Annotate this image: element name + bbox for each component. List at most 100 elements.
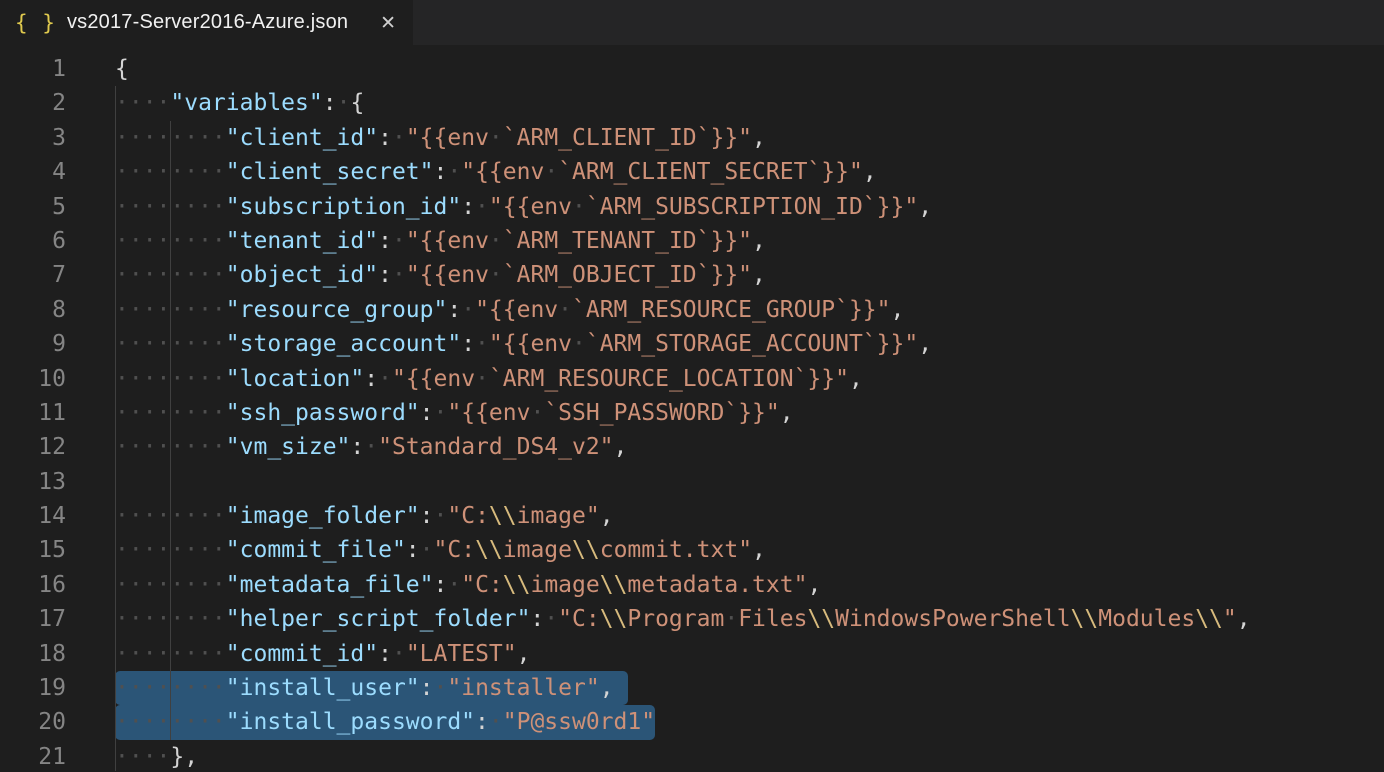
json-key: "metadata_file" xyxy=(226,572,434,598)
json-value: " xyxy=(1223,606,1237,632)
line-number: 11 xyxy=(0,396,66,430)
punctuation: }, xyxy=(170,744,198,770)
whitespace-dots: · xyxy=(447,572,461,598)
punctuation: , xyxy=(752,228,766,254)
code-line-9[interactable]: 9········"storage_account":·"{{env·`ARM_… xyxy=(0,327,1384,361)
json-key: "vm_size" xyxy=(226,434,351,460)
punctuation: , xyxy=(807,572,821,598)
punctuation: , xyxy=(517,641,531,667)
json-key: "tenant_id" xyxy=(226,228,378,254)
code-line-16[interactable]: 16········"metadata_file":·"C:\\image\\m… xyxy=(0,568,1384,602)
json-key: "variables" xyxy=(170,90,322,116)
json-value: `ARM_SUBSCRIPTION_ID`}}" xyxy=(586,194,918,220)
json-value: "{{env xyxy=(489,331,572,357)
code-line-17[interactable]: 17········"helper_script_folder":·"C:\\P… xyxy=(0,602,1384,636)
json-key: "location" xyxy=(226,366,364,392)
escape-sequence: \\ xyxy=(1195,606,1223,632)
punctuation: : xyxy=(378,228,392,254)
code-line-4[interactable]: 4········"client_secret":·"{{env·`ARM_CL… xyxy=(0,155,1384,189)
json-key: "ssh_password" xyxy=(226,400,420,426)
punctuation: , xyxy=(849,366,863,392)
punctuation: : xyxy=(420,400,434,426)
whitespace-dots: · xyxy=(337,90,351,116)
json-key: "client_secret" xyxy=(226,159,434,185)
whitespace-dots: · xyxy=(489,125,503,151)
punctuation: { xyxy=(350,90,364,116)
json-key: "helper_script_folder" xyxy=(226,606,531,632)
json-value: `ARM_CLIENT_ID`}}" xyxy=(503,125,752,151)
json-value: "{{env xyxy=(489,194,572,220)
code-line-content: ········"image_folder":·"C:\\image", xyxy=(66,499,614,533)
code-line-content: ········"location":·"{{env·`ARM_RESOURCE… xyxy=(66,362,863,396)
code-line-2[interactable]: 2····"variables":·{ xyxy=(0,86,1384,120)
punctuation: , xyxy=(752,262,766,288)
whitespace-dots: ········ xyxy=(115,434,226,460)
json-value: "P@ssw0rd1" xyxy=(503,709,655,735)
line-number: 1 xyxy=(0,52,66,86)
whitespace-dots: · xyxy=(724,606,738,632)
tab-vs2017-server2016-azure-json[interactable]: { } vs2017-Server2016-Azure.json ✕ xyxy=(0,0,413,45)
code-line-15[interactable]: 15········"commit_file":·"C:\\image\\com… xyxy=(0,533,1384,567)
code-line-14[interactable]: 14········"image_folder":·"C:\\image", xyxy=(0,499,1384,533)
code-line-12[interactable]: 12········"vm_size":·"Standard_DS4_v2", xyxy=(0,430,1384,464)
whitespace-dots: · xyxy=(434,503,448,529)
code-line-8[interactable]: 8········"resource_group":·"{{env·`ARM_R… xyxy=(0,293,1384,327)
whitespace-dots: · xyxy=(544,159,558,185)
line-number: 9 xyxy=(0,327,66,361)
whitespace-dots: ········ xyxy=(115,400,226,426)
code-line-content: ········"tenant_id":·"{{env·`ARM_TENANT_… xyxy=(66,224,766,258)
punctuation: : xyxy=(378,125,392,151)
whitespace-dots: ········ xyxy=(115,331,226,357)
whitespace-dots: ········ xyxy=(115,537,226,563)
code-line-3[interactable]: 3········"client_id":·"{{env·`ARM_CLIENT… xyxy=(0,121,1384,155)
punctuation: , xyxy=(918,331,932,357)
code-line-5[interactable]: 5········"subscription_id":·"{{env·`ARM_… xyxy=(0,190,1384,224)
json-value: `ARM_CLIENT_SECRET`}}" xyxy=(558,159,863,185)
code-line-20[interactable]: 20········"install_password":·"P@ssw0rd1… xyxy=(0,705,1384,739)
whitespace-dots: · xyxy=(461,297,475,323)
json-value: metadata.txt" xyxy=(627,572,807,598)
punctuation: : xyxy=(364,366,378,392)
code-line-6[interactable]: 6········"tenant_id":·"{{env·`ARM_TENANT… xyxy=(0,224,1384,258)
code-line-11[interactable]: 11········"ssh_password":·"{{env·`SSH_PA… xyxy=(0,396,1384,430)
json-value: "{{env xyxy=(447,400,530,426)
whitespace-dots: · xyxy=(434,400,448,426)
code-line-1[interactable]: 1{ xyxy=(0,52,1384,86)
punctuation: : xyxy=(420,675,434,701)
json-key: "install_password" xyxy=(226,709,475,735)
json-key: "client_id" xyxy=(226,125,378,151)
code-line-19[interactable]: 19········"install_user":·"installer", xyxy=(0,671,1384,705)
json-value: "{{env xyxy=(406,262,489,288)
line-number: 21 xyxy=(0,740,66,772)
whitespace-dots: ········ xyxy=(115,228,226,254)
close-tab-icon[interactable]: ✕ xyxy=(377,11,399,35)
json-value: "installer" xyxy=(447,675,599,701)
whitespace-dots: ···· xyxy=(115,744,170,770)
code-line-content: ········"resource_group":·"{{env·`ARM_RE… xyxy=(66,293,904,327)
whitespace-dots: · xyxy=(572,194,586,220)
whitespace-dots: · xyxy=(392,262,406,288)
code-line-content: ········"storage_account":·"{{env·`ARM_S… xyxy=(66,327,932,361)
json-key: "image_folder" xyxy=(226,503,420,529)
code-editor[interactable]: 1{2····"variables":·{3········"client_id… xyxy=(0,45,1384,772)
punctuation: , xyxy=(614,434,628,460)
punctuation: : xyxy=(475,709,489,735)
line-number: 16 xyxy=(0,568,66,602)
code-line-13[interactable]: 13 xyxy=(0,465,1384,499)
json-value: "LATEST" xyxy=(406,641,517,667)
code-line-21[interactable]: 21 ····}, xyxy=(0,740,1384,772)
json-value: "{{env xyxy=(461,159,544,185)
whitespace-dots: ········ xyxy=(115,159,226,185)
code-line-7[interactable]: 7········"object_id":·"{{env·`ARM_OBJECT… xyxy=(0,258,1384,292)
line-number: 18 xyxy=(0,637,66,671)
whitespace-dots: · xyxy=(392,641,406,667)
json-value: "C: xyxy=(558,606,600,632)
code-line-10[interactable]: 10········"location":·"{{env·`ARM_RESOUR… xyxy=(0,362,1384,396)
whitespace-dots: · xyxy=(475,331,489,357)
escape-sequence: \\ xyxy=(600,572,628,598)
code-line-18[interactable]: 18········"commit_id":·"LATEST", xyxy=(0,637,1384,671)
whitespace-dots: · xyxy=(489,228,503,254)
whitespace-dots: ········ xyxy=(115,125,226,151)
whitespace-dots: ···· xyxy=(115,90,170,116)
code-line-content: ········"subscription_id":·"{{env·`ARM_S… xyxy=(66,190,932,224)
